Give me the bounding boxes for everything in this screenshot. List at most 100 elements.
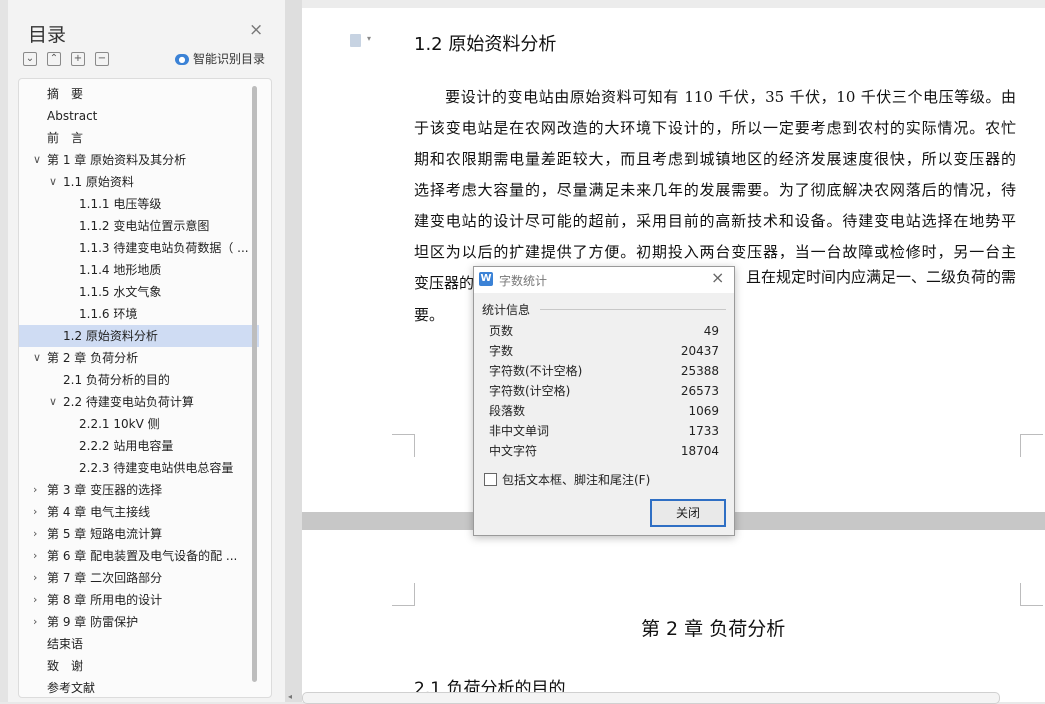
stat-row: 中文字符 18704 [489, 441, 719, 461]
cloud-icon: ● [175, 54, 189, 65]
crop-mark [392, 434, 415, 457]
chevron-right-icon[interactable]: › [33, 523, 37, 545]
toc-item[interactable]: 1.1.3 待建变电站负荷数据（ ... [19, 237, 259, 259]
toc-item[interactable]: › 第 9 章 防雷保护 [19, 611, 259, 633]
checkbox-label[interactable]: 包括文本框、脚注和尾注(F) [502, 471, 650, 488]
stat-row: 字数 20437 [489, 341, 719, 361]
toc-item-label: 2.2.2 站用电容量 [79, 439, 174, 453]
toc-item[interactable]: › 第 3 章 变压器的选择 [19, 479, 259, 501]
chevron-right-icon[interactable]: › [33, 501, 37, 523]
toc-item[interactable]: ∨ 第 1 章 原始资料及其分析 [19, 149, 259, 171]
smart-toc-label: 智能识别目录 [193, 52, 266, 66]
toc-item[interactable]: › 第 5 章 短路电流计算 [19, 523, 259, 545]
toc-item[interactable]: ∨ 1.1 原始资料 [19, 171, 259, 193]
toc-item-label: 第 4 章 电气主接线 [47, 505, 151, 519]
toc-item-label: 1.1.6 环境 [79, 307, 138, 321]
chevron-right-icon[interactable]: › [33, 589, 37, 611]
toc-panel: 摘 要 Abstract 前 言 ∨ 第 1 章 原始资料及其分析 ∨ 1.1 原始资料 1.… [18, 78, 272, 698]
toc-item[interactable]: 2.1 负荷分析的目的 [19, 369, 259, 391]
smart-toc-button[interactable]: ● 智能识别目录 [175, 50, 265, 67]
toc-item[interactable]: Abstract [19, 105, 259, 127]
stat-value: 20437 [680, 344, 719, 358]
chevron-right-icon[interactable]: › [33, 567, 37, 589]
toc-item[interactable]: › 第 4 章 电气主接线 [19, 501, 259, 523]
pane-divider[interactable] [285, 0, 302, 702]
stat-row: 字符数(计空格) 26573 [489, 381, 719, 401]
include-textboxes-checkbox[interactable] [484, 473, 497, 486]
toc-item[interactable]: 摘 要 [19, 83, 259, 105]
toc-item[interactable]: › 第 7 章 二次回路部分 [19, 567, 259, 589]
scroll-left-icon[interactable]: ◂ [288, 692, 292, 701]
toc-item[interactable]: › 第 6 章 配电装置及电气设备的配 ... [19, 545, 259, 567]
horizontal-scrollbar[interactable] [302, 692, 1000, 704]
stat-row: 段落数 1069 [489, 401, 719, 421]
toc-item-label: 致 谢 [47, 659, 84, 673]
nav-close-icon[interactable]: × [249, 22, 263, 39]
stat-label: 非中文单词 [489, 424, 550, 438]
stat-label: 字数 [489, 344, 514, 358]
toc-item-label: 1.1 原始资料 [63, 175, 134, 189]
stat-row: 字符数(不计空格) 25388 [489, 361, 719, 381]
toc-item-label: 2.2.1 10kV 侧 [79, 417, 160, 431]
toc-item[interactable]: 致 谢 [19, 655, 259, 677]
section-heading: 1.2 原始资料分析 [414, 34, 557, 55]
stat-row: 页数 49 [489, 321, 719, 341]
chapter-title: 第 2 章 负荷分析 [641, 618, 786, 640]
toc-item-label: 1.1.4 地形地质 [79, 263, 162, 277]
chevron-down-icon[interactable]: ▾ [367, 34, 371, 43]
stat-label: 中文字符 [489, 444, 538, 458]
stats-group-label: 统计信息 [482, 303, 531, 317]
toc-item[interactable]: 2.2.3 待建变电站供电总容量 [19, 457, 259, 479]
close-button[interactable]: 关闭 [650, 499, 726, 527]
toc-item[interactable]: › 第 8 章 所用电的设计 [19, 589, 259, 611]
stat-label: 字符数(不计空格) [489, 364, 583, 378]
stat-value: 25388 [680, 364, 719, 378]
paragraph-line: 要。 [414, 306, 445, 324]
stat-label: 段落数 [489, 404, 526, 418]
chevron-down-icon[interactable]: ∨ [49, 391, 57, 413]
paragraph-line: 要设计的变电站由原始资料可知有 110 千伏，35 千伏，10 千伏三个电压等级… [414, 88, 1016, 106]
toc-item-label: 第 1 章 原始资料及其分析 [47, 153, 187, 167]
paragraph-line: 于该变电站是在农网改造的大环境下设计的，所以一定要考虑到农村的实际情况。农忙 [414, 119, 1016, 137]
chevron-down-icon[interactable]: ∨ [33, 149, 41, 171]
chevron-right-icon[interactable]: › [33, 479, 37, 501]
toc-item[interactable]: 1.1.4 地形地质 [19, 259, 259, 281]
close-icon[interactable]: × [711, 270, 724, 286]
toc-item-label: 摘 要 [47, 87, 84, 101]
toc-item[interactable]: 参考文献 [19, 677, 259, 697]
toc-item-label: 1.1.5 水文气象 [79, 285, 162, 299]
toc-scrollbar[interactable] [252, 86, 257, 682]
expand-up-icon[interactable]: ⌃ [47, 52, 61, 66]
collapse-all-icon[interactable]: ⌄ [23, 52, 37, 66]
toc-item[interactable]: ∨ 第 2 章 负荷分析 [19, 347, 259, 369]
toc-item-label: 1.1.3 待建变电站负荷数据（ ... [79, 241, 249, 255]
remove-heading-icon[interactable]: − [95, 52, 109, 66]
toc-item-label: 前 言 [47, 131, 84, 145]
group-divider [540, 309, 726, 310]
chevron-down-icon[interactable]: ∨ [33, 347, 41, 369]
toc-item[interactable]: 1.1.2 变电站位置示意图 [19, 215, 259, 237]
chevron-right-icon[interactable]: › [33, 611, 37, 633]
toc-item-label: 第 8 章 所用电的设计 [47, 593, 163, 607]
stat-value: 18704 [680, 444, 719, 458]
word-count-dialog: W 字数统计 × 统计信息 页数 49 字数 20437 字符数(不计空格) 25388 字… [473, 266, 735, 536]
toc-item[interactable]: 前 言 [19, 127, 259, 149]
toolbar-edge [302, 0, 1045, 8]
toc-item-label: 2.2 待建变电站负荷计算 [63, 395, 194, 409]
toc-item[interactable]: 2.2.2 站用电容量 [19, 435, 259, 457]
toc-item-label: 1.2 原始资料分析 [63, 329, 158, 343]
paragraph-icon[interactable] [350, 34, 361, 47]
pane-edge [0, 0, 8, 702]
chevron-down-icon[interactable]: ∨ [49, 171, 57, 193]
toc-item[interactable]: 1.1.1 电压等级 [19, 193, 259, 215]
add-heading-icon[interactable]: + [71, 52, 85, 66]
chevron-right-icon[interactable]: › [33, 545, 37, 567]
stat-label: 页数 [489, 324, 514, 338]
toc-item[interactable]: 1.1.5 水文气象 [19, 281, 259, 303]
toc-item[interactable]: 1.2 原始资料分析 [19, 325, 259, 347]
toc-item[interactable]: 2.2.1 10kV 侧 [19, 413, 259, 435]
toc-item[interactable]: 结束语 [19, 633, 259, 655]
toc-item-label: 第 2 章 负荷分析 [47, 351, 139, 365]
toc-item[interactable]: 1.1.6 环境 [19, 303, 259, 325]
toc-item[interactable]: ∨ 2.2 待建变电站负荷计算 [19, 391, 259, 413]
